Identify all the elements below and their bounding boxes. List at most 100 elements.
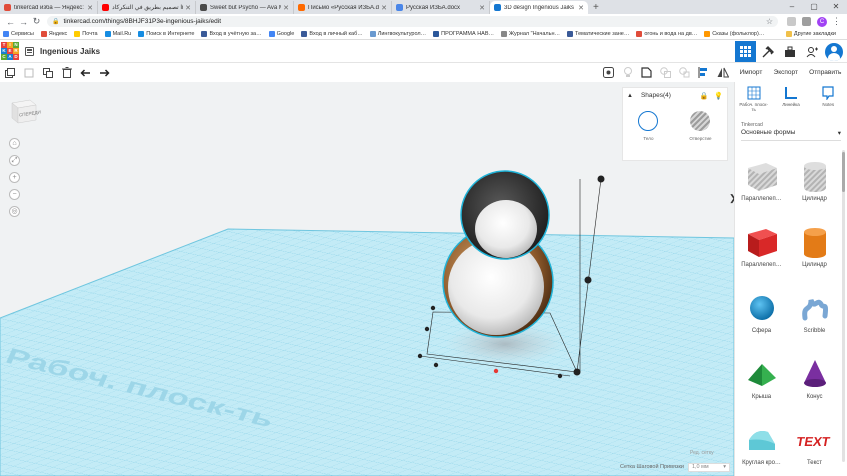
extension-icon[interactable] (787, 17, 796, 26)
bookmark-item[interactable]: Журнал "Начальн… (501, 31, 560, 37)
align-button[interactable] (694, 64, 713, 81)
ortho-view-icon[interactable]: ◎ (9, 206, 20, 217)
resize-handle-side[interactable] (584, 276, 592, 284)
shape-item-cyl-hole[interactable]: Цилиндр (788, 156, 841, 222)
bookmark-item[interactable]: Google (268, 31, 294, 37)
bookmark-item[interactable]: Почта (74, 31, 98, 37)
browser-tab[interactable]: تصميم بطريق في التنكركاد ‎‎Inquiry… ✕ (98, 1, 196, 14)
ruler-tool[interactable]: Линейка (776, 86, 806, 116)
export-button[interactable]: Экспорт (774, 69, 798, 76)
import-button[interactable]: Импорт (740, 69, 763, 76)
bookmark-item[interactable]: Сказы (фольклор)… (704, 31, 764, 37)
ungroup-button[interactable] (675, 64, 694, 81)
tinkercad-logo[interactable]: TINKERCAD (1, 42, 19, 60)
back-icon[interactable]: ← (4, 17, 17, 27)
duplicate-button[interactable] (38, 64, 57, 81)
other-bookmarks[interactable]: Другие закладки (785, 31, 836, 37)
resize-handle[interactable] (430, 305, 436, 311)
bookmark-item[interactable]: Лингвокультурол… (369, 31, 426, 37)
shape-button[interactable] (637, 64, 656, 81)
resize-handle-top[interactable] (597, 175, 605, 183)
extensions-puzzle-icon[interactable] (802, 17, 811, 26)
solid-option[interactable]: Тело (638, 111, 659, 141)
paste-button[interactable] (19, 64, 38, 81)
bookmark-item[interactable]: Вход в личный каб… (301, 31, 363, 37)
zoom-in-icon[interactable]: + (9, 172, 20, 183)
bookmark-item[interactable]: Поиск в Интернете (138, 31, 194, 37)
minimize-button[interactable]: – (781, 0, 803, 14)
browser-tab[interactable]: Русская ИЗБА.docx ✕ (392, 1, 490, 14)
resize-handle-corner[interactable] (573, 368, 581, 376)
copy-button[interactable] (0, 64, 19, 81)
bricks-button[interactable] (779, 41, 800, 62)
close-tab-icon[interactable]: ✕ (87, 4, 93, 12)
close-tab-icon[interactable]: ✕ (479, 4, 485, 12)
snap-grid-select[interactable]: 1,0 мм ▾ (687, 462, 730, 472)
hole-option[interactable]: Отверстие (689, 111, 712, 141)
resize-handle[interactable] (424, 326, 430, 332)
notes-tool[interactable]: Notes (813, 86, 843, 116)
bookmark-item[interactable]: Mail.Ru (104, 31, 131, 37)
maximize-button[interactable]: ▢ (803, 0, 825, 14)
add-user-button[interactable] (801, 41, 822, 62)
zoom-out-icon[interactable]: − (9, 189, 20, 200)
design-menu-icon[interactable] (25, 46, 34, 56)
bookmark-item[interactable]: Сервисы (3, 31, 34, 37)
shape-item-box-hole[interactable]: Параллелеп… (735, 156, 788, 222)
browser-tab[interactable]: Sweet but Psycho — Ava M…✕ (196, 1, 294, 14)
edit-grid-link[interactable]: Ред. сетку (690, 450, 714, 456)
shape-item-cone[interactable]: Конус (788, 354, 841, 420)
user-avatar[interactable] (825, 42, 843, 61)
delete-button[interactable] (57, 64, 76, 81)
collapse-icon[interactable]: ▲ (627, 93, 633, 99)
library-select[interactable]: Основные формы ▾ (741, 129, 841, 141)
resize-handle[interactable] (417, 353, 423, 359)
bookmark-star-icon[interactable]: ☆ (766, 17, 773, 26)
shape-item-scribble[interactable]: Scribble (788, 288, 841, 354)
home-view-icon[interactable]: ⌂ (9, 138, 20, 149)
group-button[interactable] (656, 64, 675, 81)
undo-button[interactable] (76, 64, 95, 81)
lock-icon[interactable]: 🔒 (700, 92, 709, 100)
view-camera-button[interactable] (599, 64, 618, 81)
shape-item-text[interactable]: TEXT Текст (788, 420, 841, 476)
blocks-button[interactable] (757, 41, 778, 62)
shape-item-box[interactable]: Параллелеп… (735, 222, 788, 288)
view-cube[interactable]: СПЕРЕДИ (10, 96, 41, 124)
browser-tab[interactable]: 3D design Ingenious Jaiks | Tin…✕ (490, 1, 588, 14)
bookmark-item[interactable]: Яндекс (40, 31, 67, 37)
browser-tab[interactable]: tinkercad изба — Яндекс: нашл…✕ (0, 1, 98, 14)
reload-icon[interactable]: ↻ (30, 16, 43, 27)
shape-item-roof[interactable]: Крыша (735, 354, 788, 420)
url-field[interactable]: 🔒 tinkercad.com/things/8BHJF31P3e-ingeni… (47, 16, 778, 27)
browser-menu-icon[interactable]: ⋮ (830, 16, 843, 27)
lightbulb-icon[interactable]: 💡 (714, 92, 723, 100)
shape-item-roundroof[interactable]: Круглая кро… (735, 420, 788, 476)
shape-item-cyl[interactable]: Цилиндр (788, 222, 841, 288)
close-window-button[interactable]: ✕ (825, 0, 847, 14)
workplane-viewport[interactable]: Рабоч. плоск-ть СПЕРЕДИ ⌂ ⤢ + − ◎ ▲ Shap… (0, 82, 734, 476)
redo-button[interactable] (95, 64, 114, 81)
shape-item-sphere[interactable]: Сфера (735, 288, 788, 354)
move-handle[interactable] (493, 368, 499, 374)
bookmark-item[interactable]: Вход в учётную за… (201, 31, 262, 37)
bookmark-item[interactable]: огонь и вода на дв… (636, 31, 697, 37)
resize-handle[interactable] (557, 373, 563, 379)
resize-handle[interactable] (433, 362, 439, 368)
close-tab-icon[interactable]: ✕ (578, 4, 584, 12)
3d-view-button[interactable] (735, 41, 756, 62)
mirror-button[interactable] (713, 64, 732, 81)
face-sphere[interactable] (475, 200, 537, 258)
close-tab-icon[interactable]: ✕ (381, 4, 387, 12)
forward-icon[interactable]: → (17, 17, 30, 27)
close-tab-icon[interactable]: ✕ (185, 4, 191, 12)
close-tab-icon[interactable]: ✕ (283, 4, 289, 12)
workplane-tool[interactable]: Рабоч. плоск-ть (739, 86, 769, 116)
bookmark-item[interactable]: ПРОГРАММА НАВ… (433, 31, 494, 37)
new-tab-button[interactable]: + (588, 1, 604, 14)
profile-avatar[interactable]: C (817, 16, 827, 27)
fit-view-icon[interactable]: ⤢ (9, 155, 20, 166)
design-title[interactable]: Ingenious Jaiks (40, 47, 100, 56)
send-to-button[interactable]: Отправить (809, 69, 841, 76)
bookmark-item[interactable]: Тематические зане… (567, 31, 629, 37)
